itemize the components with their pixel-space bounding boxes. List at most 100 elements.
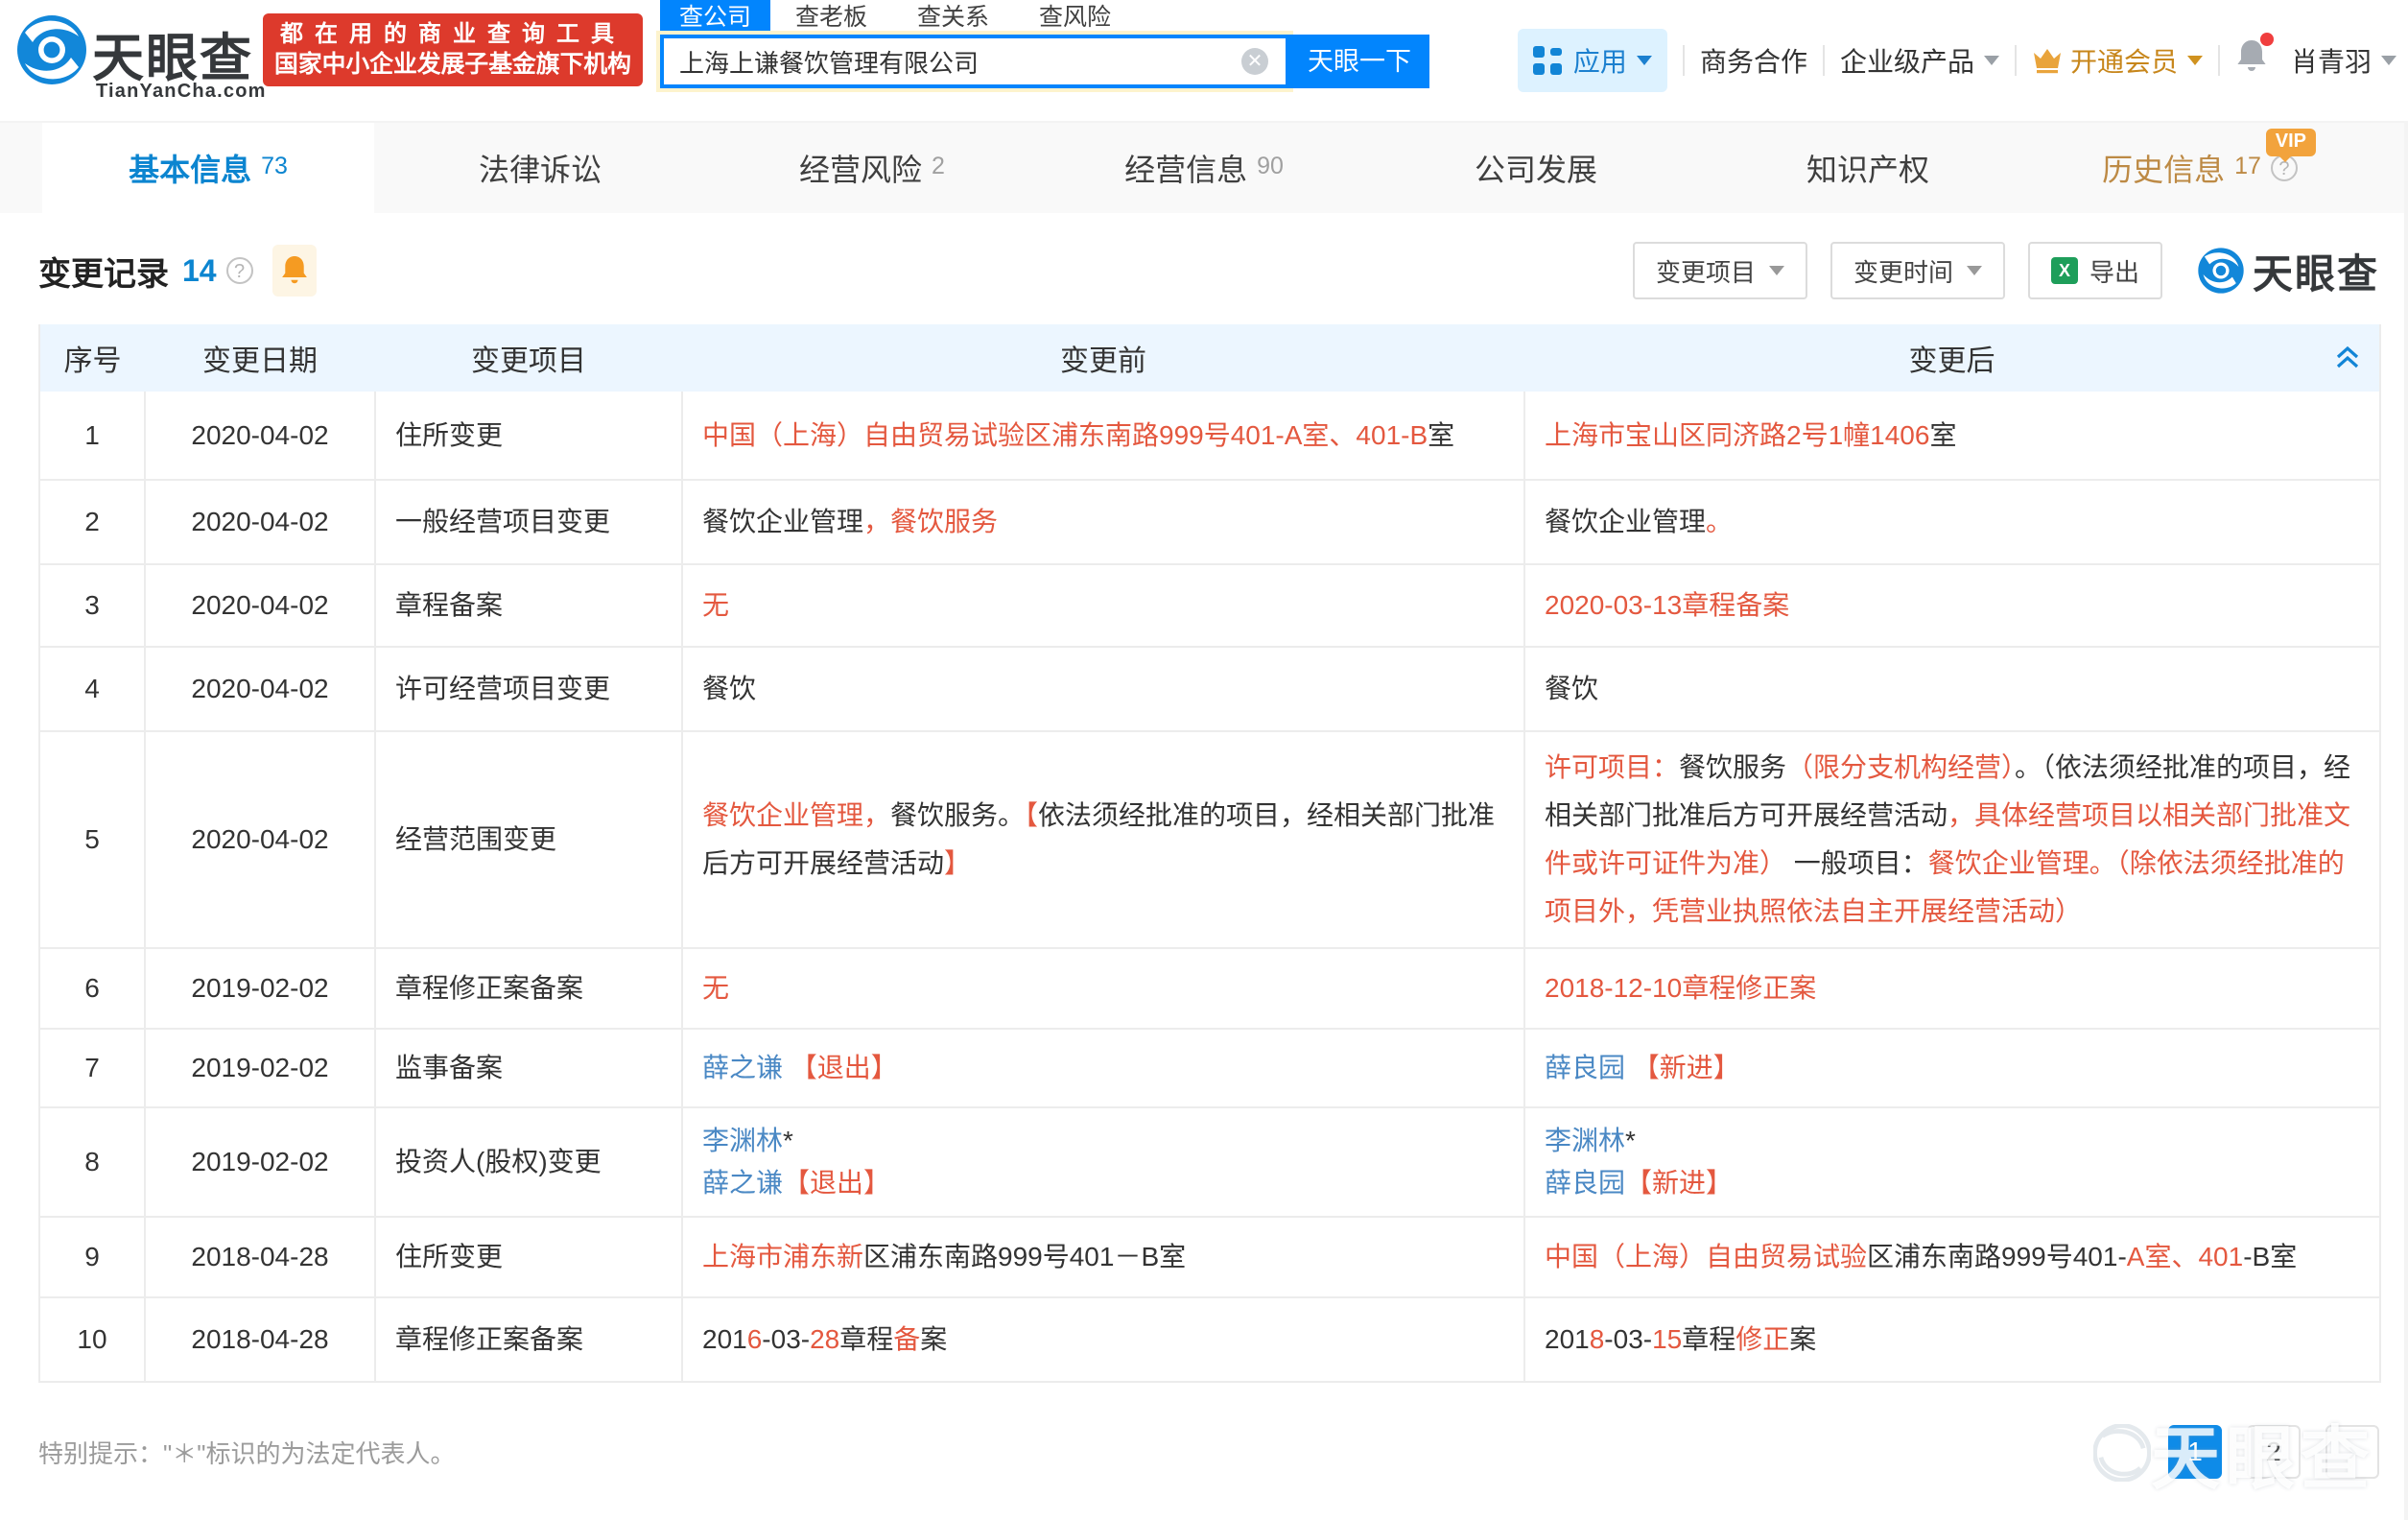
cell-change-item: 监事备案: [375, 1029, 682, 1107]
cell-after: 上海市宝山区同济路2号1幢1406室: [1524, 392, 2380, 480]
nav-tab-知识产权[interactable]: 知识产权: [1702, 123, 2034, 213]
clear-search-icon[interactable]: ✕: [1241, 48, 1268, 75]
cell-after: 李渊林*薛良园【新进】: [1524, 1107, 2380, 1217]
cell-index: 8: [39, 1107, 145, 1217]
apps-grid-icon: [1533, 46, 1562, 75]
cell-change-item: 章程修正案备案: [375, 948, 682, 1029]
next-page-button[interactable]: ›: [2325, 1425, 2379, 1479]
brand-domain: TianYanCha.com: [96, 81, 267, 103]
collapse-icon[interactable]: [2335, 344, 2360, 378]
promo-banner: 都在用的商业查询工具 国家中小企业发展子基金旗下机构: [263, 13, 643, 86]
table-row-4: 42020-04-02许可经营项目变更餐饮餐饮: [39, 647, 2380, 731]
cell-index: 3: [39, 564, 145, 647]
menu-open-vip[interactable]: 开通会员: [2032, 41, 2203, 80]
cell-change-item: 章程修正案备案: [375, 1297, 682, 1382]
col-header-item: 变更项目: [375, 324, 682, 392]
cell-after: 2020-03-13章程备案: [1524, 564, 2380, 647]
promo-line2: 国家中小企业发展子基金旗下机构: [263, 50, 643, 81]
search-tab-company[interactable]: 查公司: [660, 0, 770, 35]
person-link[interactable]: 薛之谦: [702, 1168, 783, 1198]
table-row-7: 72019-02-02监事备案薛之谦 【退出】薛良园 【新进】: [39, 1029, 2380, 1107]
search-input[interactable]: [679, 40, 1197, 83]
excel-icon: X: [2051, 257, 2078, 284]
cell-index: 6: [39, 948, 145, 1029]
tianyancha-watermark-logo: 天眼查: [2197, 242, 2379, 300]
cell-change-date: 2020-04-02: [145, 647, 375, 731]
nav-tab-经营风险[interactable]: 经营风险2: [706, 123, 1038, 213]
export-button[interactable]: X导出: [2028, 242, 2162, 299]
cell-change-date: 2019-02-02: [145, 948, 375, 1029]
table-row-2: 22020-04-02一般经营项目变更餐饮企业管理，餐饮服务餐饮企业管理。: [39, 480, 2380, 564]
search-tab-boss[interactable]: 查老板: [770, 0, 892, 35]
header-menu: 应用 商务合作 企业级产品 开通会员 肖青羽: [1518, 0, 2396, 121]
notifications-bell-icon[interactable]: [2235, 38, 2268, 83]
cell-before: 无: [682, 948, 1524, 1029]
cell-before: 餐饮企业管理，餐饮服务。【依法须经批准的项目，经相关部门批准后方可开展经营活动】: [682, 731, 1524, 948]
col-header-index: 序号: [39, 324, 145, 392]
cell-change-date: 2020-04-02: [145, 731, 375, 948]
cell-after: 许可项目：餐饮服务（限分支机构经营）。（依法须经批准的项目，经相关部门批准后方可…: [1524, 731, 2380, 948]
company-nav-tabs: 基本信息73法律诉讼经营风险2经营信息90公司发展知识产权历史信息17?VIP: [0, 121, 2408, 213]
cell-before: 上海市浦东新区浦东南路999号401－B室: [682, 1217, 1524, 1297]
table-row-1: 12020-04-02住所变更中国（上海）自由贸易试验区浦东南路999号401-…: [39, 392, 2380, 480]
nav-tab-历史信息[interactable]: 历史信息17?VIP: [2034, 123, 2366, 213]
col-header-after: 变更后: [1524, 324, 2380, 392]
menu-business-cooperation[interactable]: 商务合作: [1700, 41, 1807, 80]
user-menu[interactable]: 肖青羽: [2291, 41, 2396, 80]
cell-before: 无: [682, 564, 1524, 647]
cell-after: 2018-12-10章程修正案: [1524, 948, 2380, 1029]
cell-before: 李渊林*薛之谦【退出】: [682, 1107, 1524, 1217]
menu-enterprise-product[interactable]: 企业级产品: [1840, 41, 1999, 80]
nav-tab-公司发展[interactable]: 公司发展: [1370, 123, 1702, 213]
cell-index: 2: [39, 480, 145, 564]
cell-index: 1: [39, 392, 145, 480]
crown-icon: [2032, 47, 2063, 74]
cell-index: 9: [39, 1217, 145, 1297]
table-row-10: 102018-04-28章程修正案备案2016-03-28章程备案2018-03…: [39, 1297, 2380, 1382]
apps-button[interactable]: 应用: [1518, 29, 1667, 92]
person-link[interactable]: 薛之谦: [702, 1053, 783, 1082]
search-type-tabs: 查公司 查老板 查关系 查风险: [660, 0, 1136, 35]
pagination: 12 ›: [2143, 1425, 2379, 1479]
nav-tab-法律诉讼[interactable]: 法律诉讼: [374, 123, 706, 213]
table-row-9: 92018-04-28住所变更上海市浦东新区浦东南路999号401－B室中国（上…: [39, 1217, 2380, 1297]
nav-tab-基本信息[interactable]: 基本信息73: [42, 123, 374, 213]
cell-change-item: 章程备案: [375, 564, 682, 647]
cell-change-item: 投资人(股权)变更: [375, 1107, 682, 1217]
subscribe-bell-icon[interactable]: [272, 245, 317, 297]
cell-change-date: 2020-04-02: [145, 480, 375, 564]
cell-change-item: 一般经营项目变更: [375, 480, 682, 564]
page-button-2[interactable]: 2: [2247, 1425, 2301, 1479]
cell-index: 7: [39, 1029, 145, 1107]
col-header-before: 变更前: [682, 324, 1524, 392]
tianyancha-logo-icon[interactable]: [15, 13, 88, 94]
cell-change-date: 2018-04-28: [145, 1297, 375, 1382]
cell-change-item: 许可经营项目变更: [375, 647, 682, 731]
search-box: ✕: [660, 35, 1289, 88]
cell-after: 2018-03-15章程修正案: [1524, 1297, 2380, 1382]
person-link[interactable]: 李渊林: [702, 1126, 783, 1155]
cell-after: 薛良园 【新进】: [1524, 1029, 2380, 1107]
change-records-table: 序号 变更日期 变更项目 变更前 变更后 12020-04-02住所变更中国（上…: [38, 324, 2381, 1383]
nav-tab-经营信息[interactable]: 经营信息90: [1038, 123, 1370, 213]
search-tab-risk[interactable]: 查风险: [1014, 0, 1136, 35]
person-link[interactable]: 李渊林: [1545, 1126, 1625, 1155]
col-header-date: 变更日期: [145, 324, 375, 392]
table-row-3: 32020-04-02章程备案无2020-03-13章程备案: [39, 564, 2380, 647]
search-tab-relation[interactable]: 查关系: [892, 0, 1014, 35]
cell-index: 5: [39, 731, 145, 948]
filter-change-time-button[interactable]: 变更时间: [1830, 242, 2005, 299]
table-header-row: 序号 变更日期 变更项目 变更前 变更后: [39, 324, 2380, 392]
help-icon[interactable]: ?: [226, 257, 253, 284]
section-title: 变更记录: [38, 248, 169, 295]
person-link[interactable]: 薛良园: [1545, 1053, 1625, 1082]
scrollbar-track[interactable]: [2404, 0, 2408, 1520]
cell-before: 2016-03-28章程备案: [682, 1297, 1524, 1382]
filter-change-item-button[interactable]: 变更项目: [1633, 242, 1807, 299]
search-button[interactable]: 天眼一下: [1289, 35, 1429, 88]
cell-change-date: 2018-04-28: [145, 1217, 375, 1297]
promo-line1: 都在用的商业查询工具: [263, 19, 643, 50]
page-button-1[interactable]: 1: [2168, 1425, 2222, 1479]
cell-change-item: 住所变更: [375, 392, 682, 480]
person-link[interactable]: 薛良园: [1545, 1168, 1625, 1198]
